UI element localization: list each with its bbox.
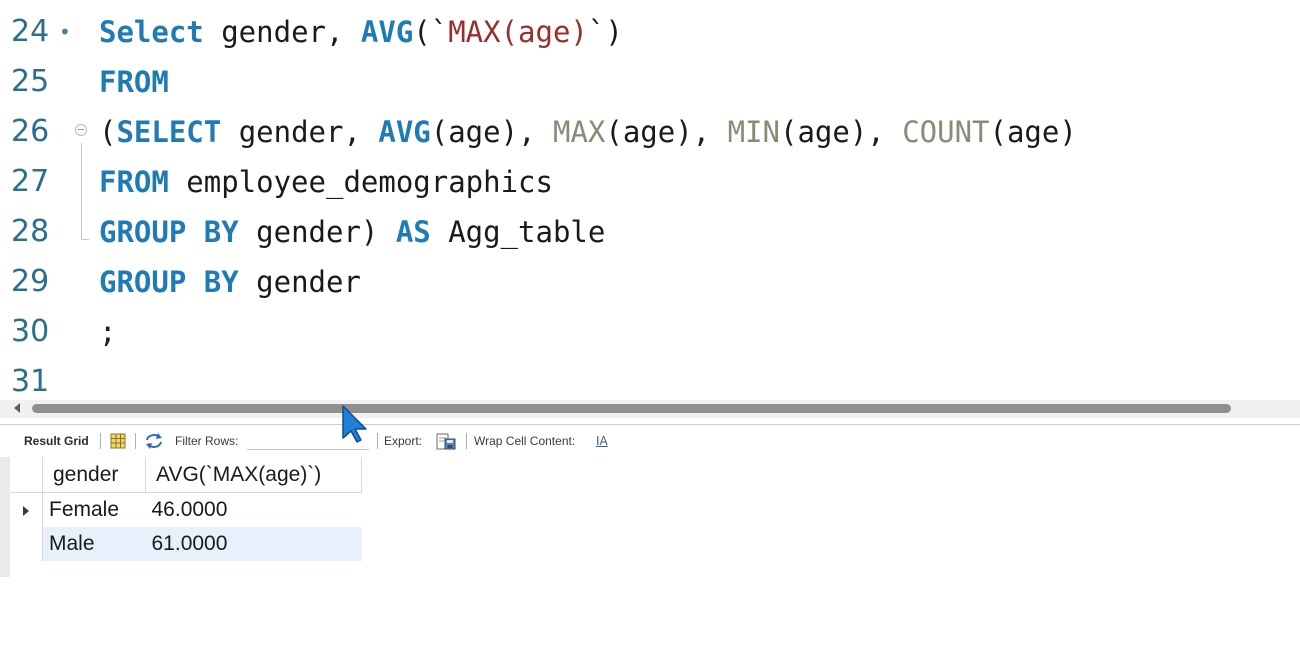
code-token: AVG [360,15,414,49]
fold-guide-line [81,143,82,239]
table-cell[interactable]: 61.0000 [145,527,362,561]
line-number: 27 [11,164,50,199]
code-token: MIN [727,115,780,149]
line-number: 28 [11,214,50,249]
toolbar-divider [100,433,101,449]
table-header-row: gender AVG(`MAX(age)`) [10,457,362,493]
wrap-cell-content-label: Wrap Cell Content: [474,434,576,448]
export-label: Export: [384,434,423,448]
workbench-window: 24 • Select gender, AVG(`MAX(age)`) 25 FROM 2… [0,0,1300,658]
editor-line[interactable]: 29 GROUP BY gender [0,257,1300,307]
code-token: (age), [605,115,728,149]
line-number: 29 [11,264,50,299]
line-number: 31 [11,364,50,399]
line-number: 25 [11,64,50,99]
toolbar-divider [466,433,467,449]
table-cell[interactable]: Female [43,493,146,528]
editor-line[interactable]: 28 GROUP BY gender) AS Agg_table [0,207,1300,257]
table-row[interactable]: Female 46.0000 [10,492,362,528]
code-token: (age), [430,115,553,149]
grid-icon[interactable] [110,433,126,449]
table-row[interactable]: Male 61.0000 [10,527,362,561]
result-grid-panel: gender AVG(`MAX(age)`) Female 46.0000 Ma… [0,457,1300,658]
table-cell[interactable]: Male [42,527,146,561]
toolbar-divider [377,433,378,449]
editor-line[interactable]: 30; [0,307,1300,357]
editor-line[interactable]: 26 (SELECT gender, AVG(age), MAX(age), MI… [0,107,1300,157]
code-token: GROUP BY [99,215,239,249]
export-save-icon[interactable] [436,433,456,453]
code-token: (age), [779,115,903,149]
current-row-arrow-icon [23,506,29,516]
editor-line[interactable]: 27 FROM employee_demographics [0,157,1300,207]
code-token: ; [99,315,117,349]
result-table: gender AVG(`MAX(age)`) Female 46.0000 Ma… [10,457,362,561]
code-text[interactable]: FROM [99,57,169,107]
editor-line[interactable]: 25 FROM [0,57,1300,107]
current-statement-marker-icon: • [59,20,71,44]
code-token: `) [587,15,623,49]
code-token: gender, [221,115,379,149]
code-token: Agg_table [430,215,606,249]
line-number: 30 [11,314,50,349]
code-text[interactable]: (SELECT gender, AVG(age), MAX(age), MIN(… [99,107,1077,157]
code-text[interactable]: GROUP BY gender) AS Agg_table [99,207,605,257]
line-number: 24 [11,14,50,49]
wrap-cell-icon[interactable]: IA [596,425,608,457]
fold-collapse-icon[interactable] [75,124,87,136]
sql-editor[interactable]: 24 • Select gender, AVG(`MAX(age)`) 25 FROM 2… [0,0,1300,404]
code-token: FROM [99,165,169,199]
row-selector[interactable] [10,527,43,561]
refresh-icon[interactable] [144,432,164,453]
code-token: gender) [238,215,396,249]
code-token: MAX(age) [448,15,588,49]
row-header-corner [10,457,43,493]
code-token: (` [413,15,449,49]
row-selector[interactable] [10,492,43,527]
code-token: employee_demographics [168,165,553,199]
code-token: COUNT [902,115,990,149]
mouse-pointer-icon [340,404,370,444]
code-text[interactable]: GROUP BY gender [99,257,361,307]
code-token: gender [238,265,361,299]
code-token: SELECT [116,115,222,149]
code-text[interactable]: ; [99,307,116,357]
code-text[interactable]: Select gender, AVG(`MAX(age)`) [99,7,623,57]
code-token: AVG [378,115,431,149]
column-header-gender[interactable]: gender [42,457,146,493]
code-token: ( [99,115,117,149]
code-token: FROM [99,65,169,99]
line-number: 26 [11,114,50,149]
code-token: Select [99,15,204,49]
fold-guide-end [81,239,89,240]
scroll-left-arrow-icon[interactable] [14,403,20,413]
code-token: AS [395,215,431,249]
table-cell[interactable]: 46.0000 [146,493,362,528]
editor-horizontal-scrollbar[interactable] [0,400,1300,418]
code-token: GROUP BY [99,265,239,299]
result-grid-tab[interactable]: Result Grid [24,425,89,457]
toolbar-divider [135,433,136,449]
code-token: MAX [552,115,606,149]
editor-line[interactable]: 24 • Select gender, AVG(`MAX(age)`) [0,7,1300,57]
result-toolbar: Result Grid Filter Rows: Export: Wrap Ce… [0,424,1300,457]
column-header-avg-max-age[interactable]: AVG(`MAX(age)`) [145,457,362,493]
code-token: (age) [989,115,1077,149]
scrollbar-thumb[interactable] [32,404,1231,413]
filter-rows-label: Filter Rows: [175,434,239,448]
editor-line[interactable]: 31 [0,357,1300,404]
code-text[interactable]: FROM employee_demographics [99,157,553,207]
grid-left-gutter [0,457,10,577]
code-token: gender, [203,15,361,49]
